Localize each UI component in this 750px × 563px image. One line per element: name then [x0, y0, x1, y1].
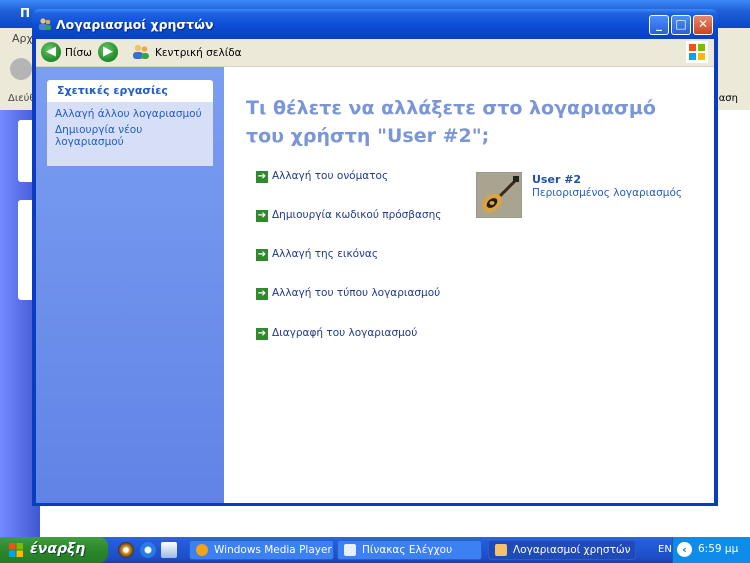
close-button[interactable]: ✕ — [693, 15, 713, 35]
media-player-icon — [196, 544, 208, 556]
taskbar-item-media-player[interactable]: Windows Media Player — [189, 540, 334, 560]
task-label[interactable]: Αλλαγή του ονόματος — [272, 170, 388, 182]
minimize-button[interactable]: _ — [649, 15, 669, 35]
taskbar-item-control-panel[interactable]: Πίνακας Ελέγχου — [337, 540, 482, 560]
start-label: έναρξη — [30, 541, 86, 557]
task-arrow-icon: ➔ — [256, 288, 268, 300]
page-title: Τι θέλετε να αλλάξετε στο λογαριασμό του… — [246, 97, 656, 147]
task-label[interactable]: Διαγραφή του λογαριασμού — [272, 327, 417, 339]
background-back-icon[interactable] — [10, 58, 32, 80]
sidebar: Σχετικές εργασίες Αλλαγή άλλου λογαριασμ… — [36, 67, 224, 503]
task-arrow-icon: ➔ — [256, 171, 268, 183]
taskbar-item-user-accounts[interactable]: Λογαριασμοί χρηστών — [488, 540, 636, 560]
forward-arrow-icon[interactable]: ▶ — [98, 42, 118, 62]
user-accounts-window: Λογαριασμοί χρηστών _ □ ✕ ◀ Πίσω ▶ Κεντρ… — [32, 9, 718, 506]
user-name: User #2 — [532, 173, 582, 186]
language-indicator[interactable]: EN — [658, 544, 672, 555]
taskbar-item-label: Λογαριασμοί χρηστών — [513, 544, 631, 556]
media-player-icon[interactable] — [118, 542, 134, 558]
windows-logo-icon — [686, 41, 708, 63]
taskbar-item-label: Windows Media Player — [214, 544, 332, 556]
task-label[interactable]: Αλλαγή της εικόνας — [272, 248, 378, 260]
related-tasks-title: Σχετικές εργασίες — [57, 84, 168, 97]
user-picture — [476, 172, 522, 218]
task-arrow-icon: ➔ — [256, 249, 268, 261]
task-arrow-icon: ➔ — [256, 328, 268, 340]
start-button[interactable]: έναρξη — [0, 537, 108, 563]
taskbar: έναρξη Windows Media Player Πίνακας Ελέγ… — [0, 537, 750, 563]
back-label[interactable]: Πίσω — [65, 47, 92, 59]
users-icon — [39, 18, 51, 30]
windows-flag-icon — [9, 543, 23, 557]
titlebar[interactable]: Λογαριασμοί χρηστών _ □ ✕ — [32, 9, 718, 39]
taskbar-item-label: Πίνακας Ελέγχου — [362, 544, 453, 556]
internet-explorer-icon[interactable] — [140, 542, 156, 558]
control-panel-icon — [344, 544, 356, 556]
users-icon[interactable] — [132, 44, 150, 60]
guitar-icon — [477, 173, 521, 217]
maximize-button[interactable]: □ — [671, 15, 691, 35]
users-icon — [495, 544, 507, 556]
toolbar: ◀ Πίσω ▶ Κεντρική σελίδα — [36, 39, 714, 67]
main-content: Τι θέλετε να αλλάξετε στο λογαριασμό του… — [224, 67, 714, 503]
background-title: Π — [20, 6, 31, 20]
change-another-account-link[interactable]: Αλλαγή άλλου λογαριασμού — [55, 108, 205, 120]
clock[interactable]: 6:59 μμ — [698, 543, 738, 555]
show-desktop-icon[interactable] — [161, 542, 177, 558]
related-tasks-panel: Αλλαγή άλλου λογαριασμού Δημιουργία νέου… — [47, 102, 213, 166]
related-tasks-panel-header[interactable]: Σχετικές εργασίες — [47, 80, 213, 102]
back-arrow-icon[interactable]: ◀ — [41, 42, 61, 62]
task-label[interactable]: Δημιουργία κωδικού πρόσβασης — [272, 209, 441, 221]
chevron-left-icon[interactable]: ‹ — [677, 542, 692, 557]
user-account-type: Περιορισμένος λογαριασμός — [532, 187, 683, 199]
create-new-account-link[interactable]: Δημιουργία νέου λογαριασμού — [55, 124, 205, 148]
window-title: Λογαριασμοί χρηστών — [56, 17, 214, 32]
background-menu-file[interactable]: Αρχ — [12, 32, 33, 45]
task-arrow-icon: ➔ — [256, 210, 268, 222]
home-label[interactable]: Κεντρική σελίδα — [155, 47, 242, 59]
task-label[interactable]: Αλλαγή του τύπου λογαριασμού — [272, 287, 440, 299]
